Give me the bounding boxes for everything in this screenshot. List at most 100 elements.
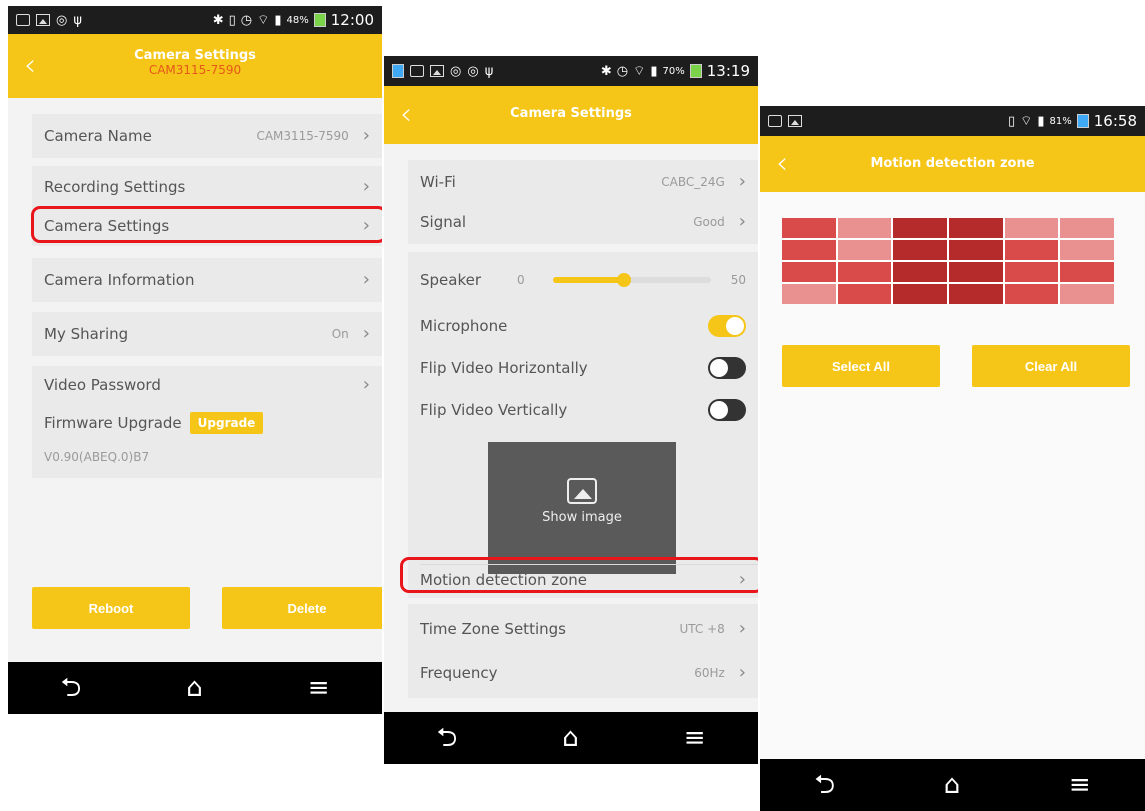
chevron-right-icon: ›	[738, 211, 746, 232]
back-arrow-icon[interactable]: ‹	[776, 149, 788, 179]
zone-cell[interactable]	[893, 218, 947, 238]
zone-cell[interactable]	[1004, 262, 1059, 282]
zone-cell[interactable]	[782, 262, 836, 282]
zone-cell[interactable]	[1004, 284, 1059, 304]
zone-cell[interactable]	[837, 240, 892, 260]
wifi-icon: ⌔	[1020, 114, 1033, 129]
recording-settings-label: Recording Settings	[44, 178, 186, 196]
flip-horizontal-toggle[interactable]	[708, 357, 746, 379]
time-zone-label: Time Zone Settings	[420, 620, 566, 638]
speaker-row: Speaker 0 50	[408, 260, 758, 300]
zone-cell[interactable]	[1004, 218, 1059, 238]
audio-video-group: Speaker 0 50 Microphone Flip Video Horiz…	[408, 252, 758, 598]
zone-cell[interactable]	[949, 284, 1003, 304]
home-nav-icon[interactable]: ⌂	[562, 725, 579, 751]
clear-all-button[interactable]: Clear All	[972, 345, 1130, 387]
time-zone-row[interactable]: Time Zone Settings UTC +8 ›	[408, 608, 758, 650]
chevron-right-icon: ›	[738, 618, 746, 639]
menu-nav-icon[interactable]: ≡	[1069, 772, 1091, 798]
vibrate-icon: ▯	[228, 12, 236, 28]
battery-percent: 48%	[286, 14, 309, 26]
signal-value: Good	[693, 215, 725, 229]
zone-cell[interactable]	[949, 218, 1003, 238]
home-nav-icon[interactable]: ⌂	[186, 675, 203, 701]
show-image-box[interactable]: Show image	[488, 442, 676, 574]
speaker-max: 50	[730, 273, 746, 287]
camera-settings-highlight	[31, 206, 382, 243]
back-nav-icon[interactable]: ⮌	[814, 772, 835, 798]
back-nav-icon[interactable]: ⮌	[60, 675, 81, 701]
phone-screen-camera-settings-detail: ◎ ◎ ψ ✱ ◷ ⌔ ▮ 70% 13:19 ‹ Camera Setting…	[384, 56, 758, 764]
clock: 12:00	[330, 11, 374, 29]
zone-cell[interactable]	[893, 262, 947, 282]
zone-cell[interactable]	[1060, 240, 1114, 260]
camera-information-row[interactable]: Camera Information ›	[32, 258, 382, 302]
speaker-slider[interactable]	[552, 273, 711, 287]
toggle-knob	[710, 401, 728, 419]
recording-settings-row[interactable]: Recording Settings ›	[32, 168, 382, 206]
status-bar: ▯ ⌔ ▮ 81% 16:58	[760, 106, 1145, 136]
speaker-slider-fill	[552, 277, 624, 283]
battery-percent: 70%	[662, 65, 685, 77]
zone-cell[interactable]	[949, 262, 1003, 282]
microphone-toggle[interactable]	[708, 315, 746, 337]
back-arrow-icon[interactable]: ‹	[400, 100, 412, 130]
app-header: ‹ Motion detection zone	[760, 136, 1145, 192]
frequency-row[interactable]: Frequency 60Hz ›	[408, 652, 758, 694]
zone-cell[interactable]	[893, 240, 947, 260]
my-sharing-label: My Sharing	[44, 325, 129, 343]
zone-cell[interactable]	[782, 284, 836, 304]
image-notification-icon	[430, 65, 444, 77]
page-title: Camera Settings	[134, 48, 256, 63]
zone-cell[interactable]	[1060, 218, 1114, 238]
home-nav-icon[interactable]: ⌂	[944, 772, 961, 798]
zone-cell[interactable]	[837, 218, 892, 238]
my-sharing-row[interactable]: My Sharing On ›	[32, 312, 382, 356]
page-title: Camera Settings	[510, 106, 632, 121]
flip-horizontal-row: Flip Video Horizontally	[408, 348, 758, 388]
status-bar: ◎ ◎ ψ ✱ ◷ ⌔ ▮ 70% 13:19	[384, 56, 758, 86]
reboot-button[interactable]: Reboot	[32, 587, 190, 629]
menu-nav-icon[interactable]: ≡	[684, 725, 706, 751]
chevron-right-icon: ›	[738, 171, 746, 192]
flip-horizontal-label: Flip Video Horizontally	[420, 359, 588, 377]
alarm-icon: ◷	[616, 63, 629, 79]
camera-name-row[interactable]: Camera Name CAM3115-7590 ›	[32, 114, 382, 158]
password-firmware-group: Video Password › Firmware Upgrade Upgrad…	[32, 366, 382, 478]
page-title: Motion detection zone	[870, 156, 1035, 171]
zone-cell[interactable]	[782, 218, 836, 238]
menu-nav-icon[interactable]: ≡	[308, 675, 330, 701]
clock: 16:58	[1093, 112, 1137, 130]
zone-cell[interactable]	[837, 284, 892, 304]
speaker-slider-thumb[interactable]	[616, 273, 631, 287]
signal-label: Signal	[420, 213, 467, 231]
video-password-row[interactable]: Video Password ›	[32, 366, 382, 404]
camera-name-group: Camera Name CAM3115-7590 ›	[32, 114, 382, 158]
toggle-knob	[726, 317, 744, 335]
clock: 13:19	[706, 62, 750, 80]
zone-cell[interactable]	[949, 240, 1003, 260]
frequency-label: Frequency	[420, 664, 498, 682]
zone-cell[interactable]	[893, 284, 947, 304]
shield-icon: ◎	[450, 63, 462, 79]
firmware-version: V0.90(ABEQ.0)B7	[44, 450, 150, 464]
back-nav-icon[interactable]: ⮌	[436, 725, 457, 751]
select-all-button[interactable]: Select All	[782, 345, 940, 387]
time-group: Time Zone Settings UTC +8 › Frequency 60…	[408, 604, 758, 698]
speaker-label: Speaker	[420, 271, 482, 289]
motion-zone-grid[interactable]	[782, 218, 1114, 304]
flip-vertical-toggle[interactable]	[708, 399, 746, 421]
zone-cell[interactable]	[782, 240, 836, 260]
zone-cell[interactable]	[837, 262, 892, 282]
zone-cell[interactable]	[1060, 284, 1114, 304]
wifi-row[interactable]: Wi-Fi CABC_24G ›	[408, 162, 758, 202]
signal-icon: ▮	[1037, 113, 1045, 129]
signal-row[interactable]: Signal Good ›	[408, 202, 758, 242]
back-arrow-icon[interactable]: ‹	[24, 51, 36, 81]
zone-cell[interactable]	[1060, 262, 1114, 282]
flip-vertical-row: Flip Video Vertically	[408, 390, 758, 430]
zone-cell[interactable]	[1004, 240, 1059, 260]
delete-button[interactable]: Delete	[222, 587, 382, 629]
upgrade-button[interactable]: Upgrade	[189, 412, 264, 434]
frequency-value: 60Hz	[694, 666, 725, 680]
